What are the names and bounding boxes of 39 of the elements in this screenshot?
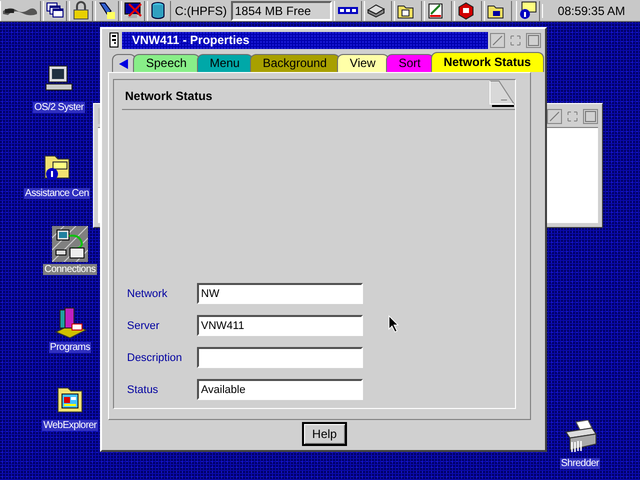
field-label: Server [126,320,160,332]
icon-label[interactable]: Connections [43,264,97,275]
system-menu-icon[interactable] [108,32,120,48]
help-button[interactable]: Help [302,422,347,446]
tab[interactable]: Background [250,54,340,72]
mouse-pointer-icon [388,315,400,333]
monitor-x-icon[interactable] [122,1,143,20]
input-field[interactable] [197,347,363,368]
tab[interactable]: View [336,54,389,72]
maximize-button[interactable] [526,32,541,48]
title-bar: VNW411 - Properties [122,32,488,48]
icon-label[interactable]: OS/2 Syster [33,102,85,113]
network-icon[interactable] [52,226,88,262]
left-arrow-icon [119,58,129,68]
tab[interactable]: Speech [133,54,200,72]
tab[interactable]: Sort [386,54,434,72]
icon-label[interactable]: WebExplorer [42,420,98,431]
input-field[interactable]: NW [197,283,363,304]
icon-label[interactable]: Programs [48,342,92,353]
lock-icon[interactable] [70,1,91,20]
page-corner-icon[interactable] [489,80,515,108]
field-label: Description [126,352,184,364]
tab[interactable]: Network Status [430,52,544,72]
input-field[interactable]: VNW411 [197,315,363,336]
clock: 08:59:35 AM [542,4,640,18]
flashlight-icon[interactable] [96,1,117,20]
free-space-field: 1854 MB Free [230,0,332,20]
input-field[interactable]: Available [197,379,363,400]
field-label: Status [126,384,160,396]
back-tab[interactable] [112,54,136,72]
icon-label[interactable]: Assistance Cen [24,188,90,199]
maximize-button[interactable] [583,108,598,124]
icon-label[interactable]: Shredder [560,458,600,469]
tab[interactable]: Menu [196,54,253,72]
drive-label: C:(HPFS) [174,4,228,18]
field-label: Network [126,288,168,300]
windows-icon[interactable] [44,1,65,20]
info-icon[interactable] [518,1,538,20]
page-title: Network Status [124,88,214,105]
